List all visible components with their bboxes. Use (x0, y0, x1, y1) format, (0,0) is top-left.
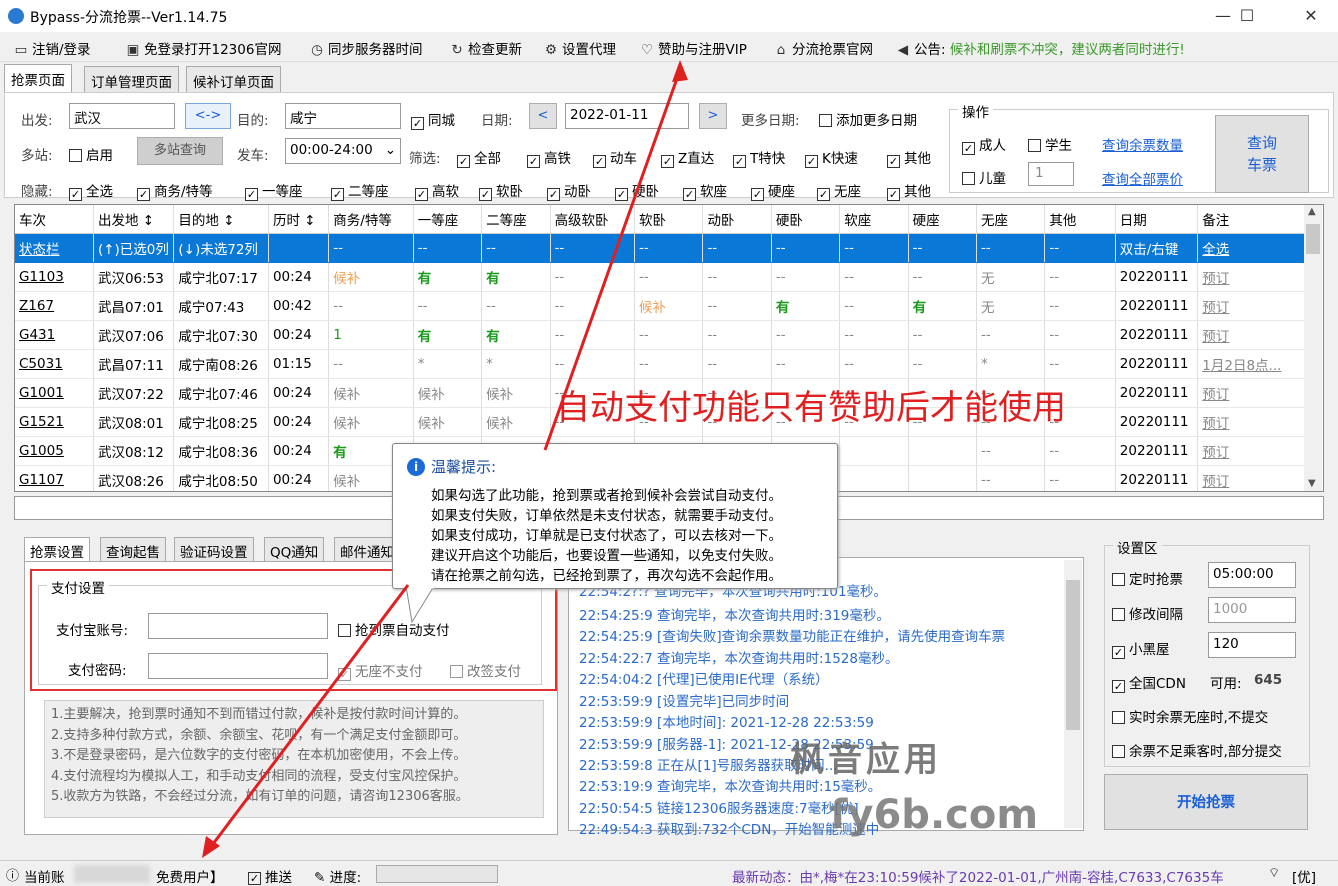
news-ticker: 最新动态：由*,梅*在23:10:59候补了2022-01-01,广州南-容桂,… (732, 870, 1224, 886)
progress-bar (376, 865, 498, 883)
progress-text: 进度: (329, 870, 362, 886)
quality-label: [优] (1292, 870, 1317, 886)
progress-label: ✎ 进度: (314, 866, 361, 886)
wifi-icon: ⌔ (1268, 866, 1281, 881)
watermark-line2: fy6b.com (830, 792, 1039, 838)
annotation-text: 自动支付功能只有赞助后才能使用 (556, 388, 1066, 428)
account-label: 当前账 (24, 870, 65, 886)
status-bar: ⓘ 当前账 免费用户】 ✓ 推送 ✎ 进度: 最新动态：由*,梅*在23:10:5… (0, 860, 1338, 886)
push-toggle[interactable]: ✓ 推送 (248, 866, 292, 886)
pencil-icon: ✎ (314, 870, 326, 886)
checkbox-box: ✓ (248, 872, 261, 885)
user-type: 免费用户】 (156, 870, 224, 886)
watermark-line1: 枫音应用 (790, 740, 942, 780)
push-label: 推送 (265, 870, 292, 886)
annotation-arrows (202, 60, 688, 858)
account-blur (74, 865, 150, 883)
info-icon: ⓘ (6, 869, 20, 884)
